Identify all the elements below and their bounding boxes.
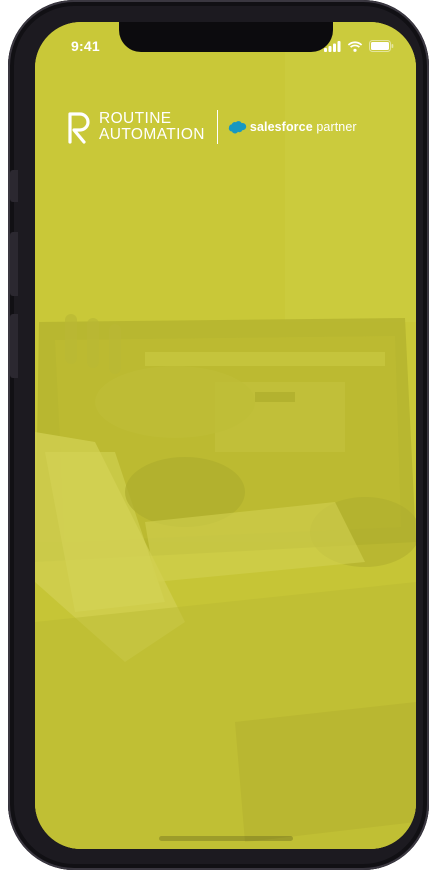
company-name-line1: ROUTINE	[99, 110, 172, 127]
cellular-signal-icon	[324, 40, 341, 52]
volume-up-button	[10, 232, 18, 296]
brand-header: ROUTINE AUTOMATION salesforce partner	[67, 110, 357, 144]
background-photo	[35, 22, 416, 849]
logo-divider	[216, 110, 218, 144]
partner-brand: salesforce	[249, 120, 313, 134]
silent-switch	[10, 170, 18, 202]
status-icons	[324, 40, 394, 52]
partner-suffix: partner	[312, 120, 357, 134]
battery-icon	[369, 40, 394, 52]
camera-notch	[119, 22, 333, 52]
home-indicator[interactable]	[159, 836, 293, 841]
routine-automation-logo-icon	[68, 112, 90, 144]
status-time: 9:41	[71, 38, 100, 54]
phone-frame: 9:41 ROUTINE AUTOMATION salesforce partn…	[8, 0, 429, 870]
company-name-line2: AUTOMATION	[99, 126, 205, 143]
company-name: ROUTINE AUTOMATION	[99, 111, 205, 143]
wifi-icon	[347, 40, 363, 52]
salesforce-partner-badge: salesforce partner	[228, 120, 357, 134]
volume-down-button	[10, 314, 18, 378]
salesforce-cloud-icon	[228, 121, 247, 134]
splash-screen: 9:41 ROUTINE AUTOMATION salesforce partn…	[35, 22, 416, 849]
